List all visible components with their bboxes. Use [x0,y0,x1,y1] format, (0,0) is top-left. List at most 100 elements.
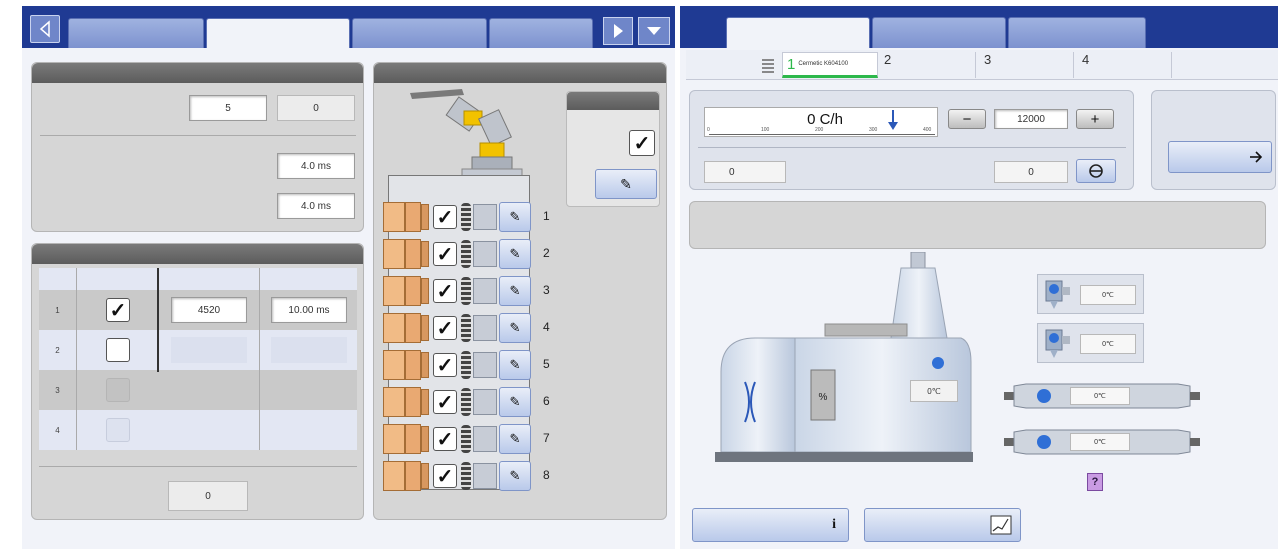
valve-connector-icon [405,239,421,269]
valve-number: 6 [543,394,550,408]
decrement-button[interactable]: − [948,109,986,129]
valve-connector-icon [421,352,429,378]
subtab-4[interactable]: 4 [1076,52,1172,78]
table-row [39,370,357,410]
rate-gauge: 0 C/h 0 100 200 300 400 [704,107,938,137]
valve-options-box: ✓ ✎ [566,91,660,207]
valve-checkbox[interactable]: ✓ [433,353,457,377]
valve-checkbox[interactable]: ✓ [433,390,457,414]
center-temp-readout: 0℃ [910,380,958,402]
nav-next-button[interactable] [603,17,633,45]
time-1-field[interactable]: 4.0 ms [277,153,355,179]
subtab-2[interactable]: 2 [880,52,976,78]
valve-connector-icon [383,239,405,269]
column-divider [259,268,260,450]
valve-coil-icon [461,388,471,416]
reset-icon [1089,164,1103,178]
footer-value-field[interactable]: 0 [168,481,248,511]
help-button[interactable]: ? [1087,473,1103,491]
valve-connector-icon [405,276,421,306]
valve-checkbox[interactable]: ✓ [433,242,457,266]
setpoint-field[interactable]: 12000 [994,109,1068,129]
valve-edit-button[interactable]: ✎ [499,350,531,380]
sensor-icon [1045,329,1070,358]
valve-checkbox[interactable]: ✓ [433,205,457,229]
tab-1[interactable] [68,18,204,48]
valve-checkbox[interactable]: ✓ [433,427,457,451]
valve-number: 7 [543,431,550,445]
chart-icon [990,515,1012,535]
valve-connector-icon [383,387,405,417]
heater-2-temp: 0℃ [1070,433,1130,451]
row-2-checkbox[interactable] [106,338,130,362]
play-right-icon [614,24,623,38]
row-number: 3 [55,385,60,395]
valve-edit-button[interactable]: ✎ [499,424,531,454]
right-tab-3[interactable] [1008,17,1146,48]
valve-checkbox[interactable]: ✓ [433,279,457,303]
valve-edit-button[interactable]: ✎ [499,239,531,269]
valve-body [473,278,497,304]
valve-edit-button[interactable]: ✎ [499,276,531,306]
rate-scale-line [709,134,935,135]
tab-2-active[interactable] [206,18,350,48]
sensor-mid: 0℃ [1037,323,1144,363]
subtab-number: 1 [787,55,796,73]
valve-edit-button[interactable]: ✎ [499,461,531,491]
right-tab-1-active[interactable] [726,17,870,48]
info-icon: i [832,517,836,532]
reset-button[interactable] [1076,159,1116,183]
scale-tick: 400 [923,127,932,133]
rate-panel: 0 C/h 0 100 200 300 400 − 12000 + 0 0 [689,90,1134,190]
arrow-right-icon [1250,151,1263,163]
tab-4[interactable] [489,18,593,48]
valve-connector-icon [405,461,421,491]
pencil-icon: ✎ [509,357,521,372]
left-readout-field: 0 [704,161,786,183]
row-4-checkbox-disabled [106,418,130,442]
global-checkbox[interactable]: ✓ [629,130,655,156]
valve-coil-icon [461,462,471,490]
valve-row: ✓ ✎ 3 [383,274,573,308]
heater-1: 0℃ [1004,380,1200,412]
valve-checkbox[interactable]: ✓ [433,464,457,488]
valve-edit-button[interactable]: ✎ [499,387,531,417]
sensor-top: 0℃ [1037,274,1144,314]
list-icon[interactable] [760,56,776,74]
row-1-checkbox[interactable]: ✓ [106,298,130,322]
chevron-left-icon [39,20,50,38]
valve-connector-icon [405,202,421,232]
valve-body [473,426,497,452]
valve-coil-icon [461,425,471,453]
value-b-field[interactable]: 0 [277,95,355,121]
increment-button[interactable]: + [1076,109,1114,129]
valve-coil-icon [461,314,471,342]
nav-prev-button[interactable] [30,15,60,43]
row-1-value-field[interactable]: 4520 [171,297,247,323]
info-button[interactable]: i [692,508,849,542]
right-tab-2[interactable] [872,17,1006,48]
forward-button[interactable] [1168,141,1272,173]
heater-1-temp: 0℃ [1070,387,1130,405]
dropdown-button[interactable] [638,17,670,45]
global-edit-button[interactable]: ✎ [595,169,657,199]
valve-body [473,204,497,230]
valve-options-header [567,92,659,110]
valve-checkbox[interactable]: ✓ [433,316,457,340]
tab-3[interactable] [352,18,487,48]
valve-edit-button[interactable]: ✎ [499,313,531,343]
valve-edit-button[interactable]: ✎ [499,202,531,232]
valve-body [473,389,497,415]
right-readout-field: 0 [994,161,1068,183]
scale-tick: 0 [707,127,710,133]
chart-button[interactable] [864,508,1021,542]
sensor-mid-temp: 0℃ [1080,334,1136,354]
valve-connector-icon [421,241,429,267]
sensor-top-temp: 0℃ [1080,285,1136,305]
row-1-time-field[interactable]: 10.00 ms [271,297,347,323]
time-2-field[interactable]: 4.0 ms [277,193,355,219]
heater-2: 0℃ [1004,426,1200,458]
subtab-3[interactable]: 3 [978,52,1074,78]
value-a-field[interactable]: 5 [189,95,267,121]
subtab-1-active[interactable]: 1 Cermetic K604100 [782,52,878,78]
